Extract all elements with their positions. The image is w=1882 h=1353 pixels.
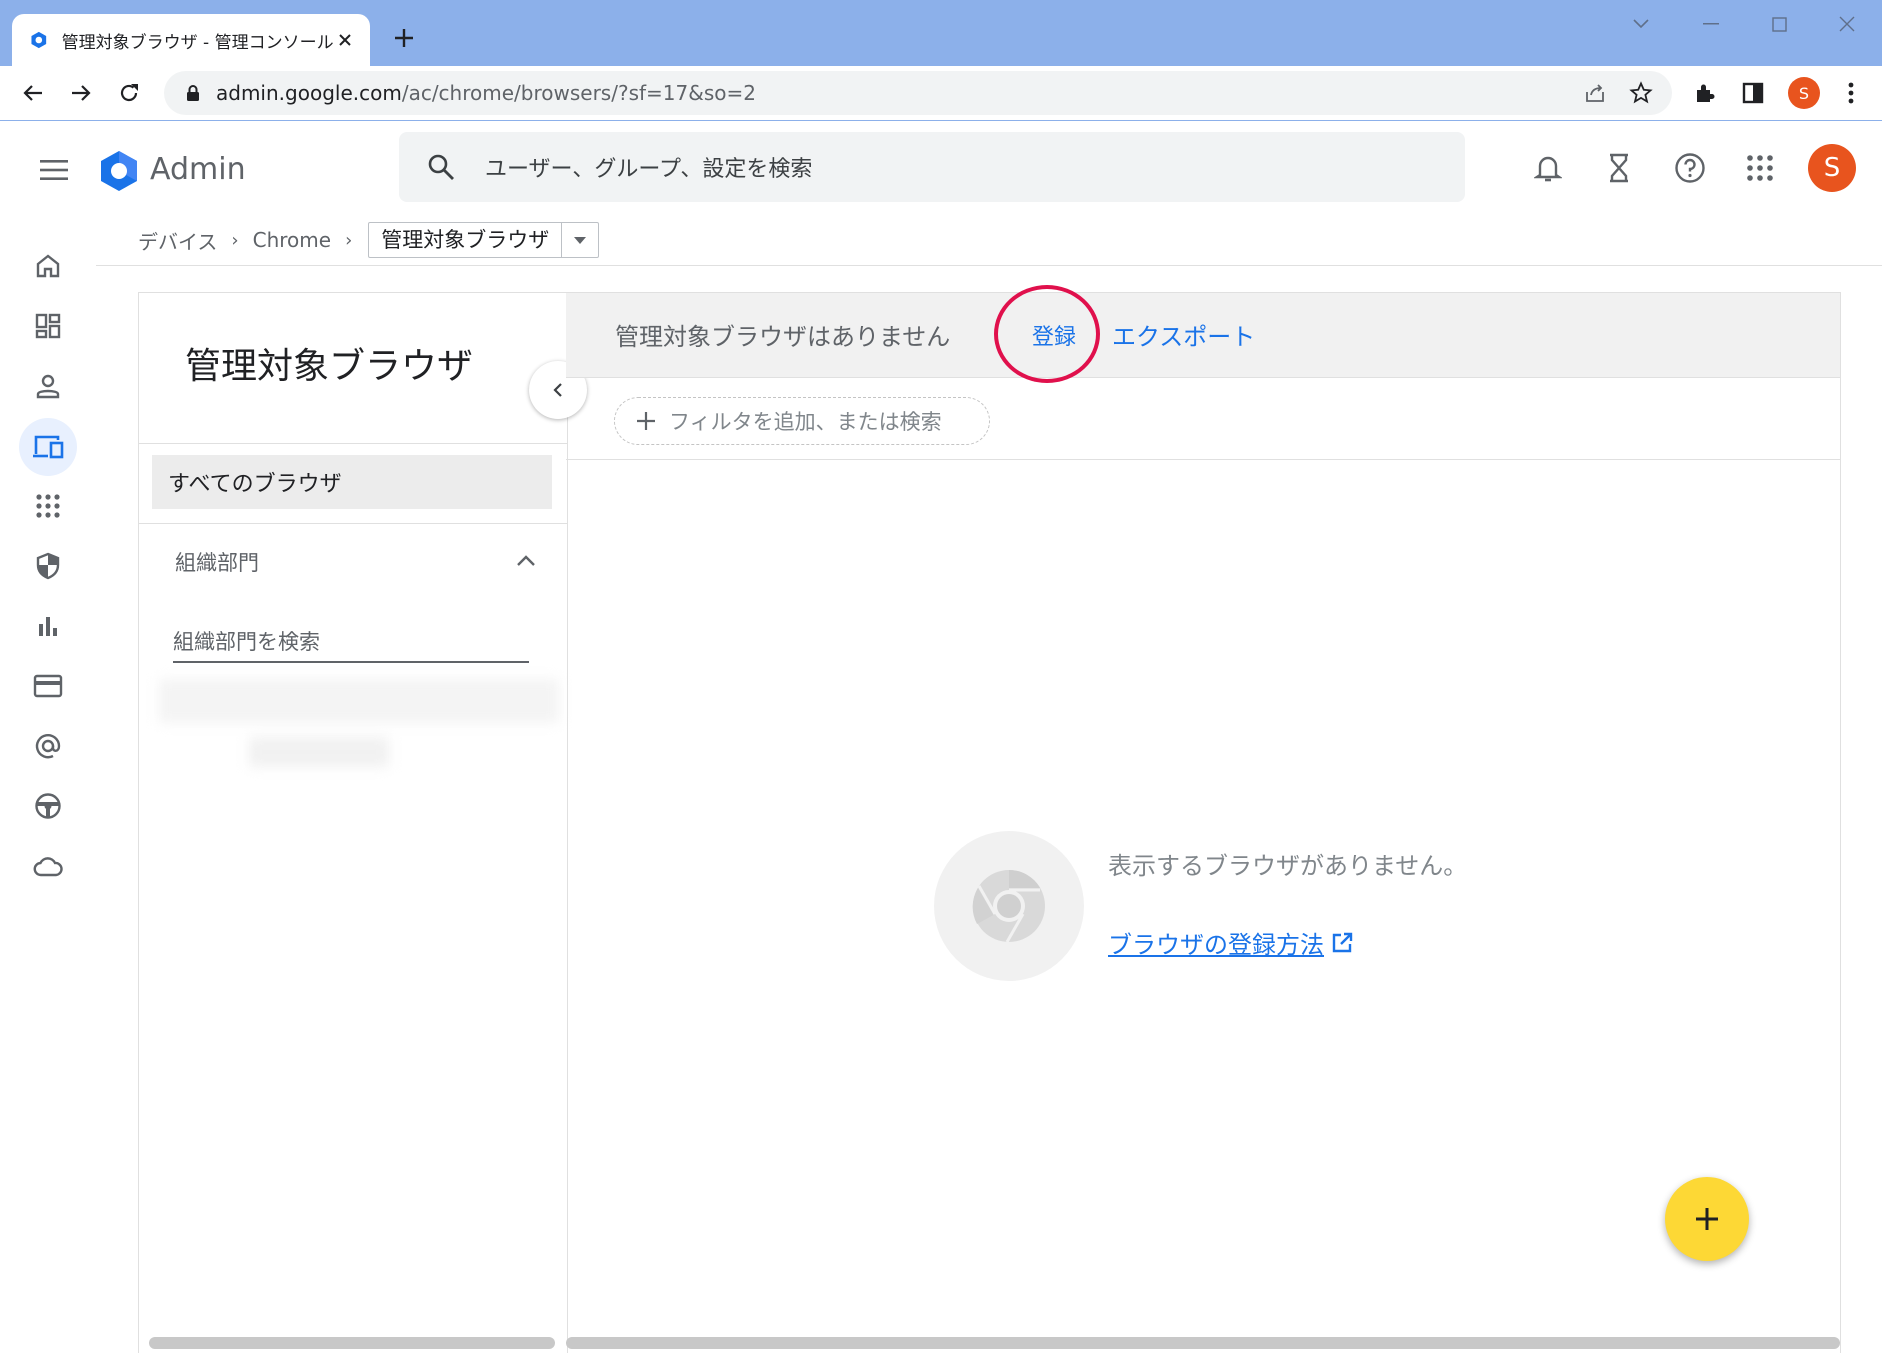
tasks-hourglass-icon[interactable] [1599, 148, 1639, 188]
header-divider [96, 265, 1882, 266]
back-icon[interactable] [18, 78, 48, 108]
horizontal-scrollbar[interactable] [149, 1337, 555, 1349]
breadcrumb-page-select[interactable]: 管理対象ブラウザ [368, 222, 600, 258]
bookmark-star-icon[interactable] [1626, 78, 1656, 108]
url-text: admin.google.com/ac/chrome/browsers/?sf=… [216, 81, 1580, 105]
horizontal-scrollbar[interactable] [566, 1337, 1840, 1349]
add-fab-button[interactable] [1665, 1177, 1749, 1261]
org-search-placeholder: 組織部門を検索 [173, 630, 320, 654]
chevron-right-icon: › [231, 229, 239, 251]
rail-devices-icon[interactable] [19, 418, 77, 476]
rail-dashboard-icon[interactable] [22, 300, 74, 352]
all-browsers-label: すべてのブラウザ [168, 472, 342, 497]
plus-icon [633, 408, 659, 434]
rail-home-icon[interactable] [22, 240, 74, 292]
tab-title: 管理対象ブラウザ - 管理コンソール [61, 32, 334, 53]
add-filter-input[interactable]: フィルタを追加、または検索 [614, 397, 990, 445]
tab-search-icon[interactable] [1618, 10, 1664, 38]
extensions-icon[interactable] [1690, 78, 1720, 108]
chevron-left-icon [553, 383, 562, 397]
admin-favicon-icon [31, 31, 47, 49]
empty-state-illustration [934, 831, 1084, 981]
org-unit-item-blurred[interactable] [159, 679, 559, 723]
howto-link-row: ブラウザの登録方法 [1108, 925, 1354, 960]
rail-billing-icon[interactable] [22, 660, 74, 712]
tab-close-icon[interactable] [334, 26, 356, 54]
org-search-input[interactable]: 組織部門を検索 [173, 625, 529, 663]
search-icon [425, 151, 457, 183]
main-menu-icon[interactable] [34, 150, 74, 190]
notifications-icon[interactable] [1528, 148, 1568, 188]
filter-placeholder: フィルタを追加、または検索 [669, 410, 942, 434]
browser-count-status: 管理対象ブラウザはありません [615, 323, 951, 351]
dropdown-arrow-icon[interactable] [562, 223, 598, 257]
browser-tab[interactable]: 管理対象ブラウザ - 管理コンソール [12, 14, 370, 66]
forward-icon[interactable] [66, 78, 96, 108]
rail-rules-icon[interactable] [22, 780, 74, 832]
org-unit-child-blurred[interactable] [249, 737, 389, 767]
maximize-icon[interactable] [1756, 10, 1802, 38]
admin-logo-icon[interactable] [98, 150, 140, 192]
breadcrumb-chrome[interactable]: Chrome [253, 228, 331, 252]
rail-users-icon[interactable] [22, 360, 74, 412]
enroll-howto-link[interactable]: ブラウザの登録方法 [1108, 925, 1324, 960]
app-name: Admin [150, 152, 246, 187]
divider [139, 523, 567, 524]
rail-cloud-icon[interactable] [22, 840, 74, 892]
rail-reports-icon[interactable] [22, 600, 74, 652]
list-toolbar: 管理対象ブラウザはありません 登録 エクスポート [566, 285, 1840, 383]
org-panel: 管理対象ブラウザ すべてのブラウザ 組織部門 組織部門を検索 [138, 292, 568, 1353]
side-panel-icon[interactable] [1738, 78, 1768, 108]
close-window-icon[interactable] [1824, 10, 1870, 38]
divider [139, 443, 567, 444]
chevron-right-icon: › [345, 229, 353, 251]
rail-apps-icon[interactable] [22, 480, 74, 532]
highlight-circle [994, 285, 1100, 383]
breadcrumb-devices[interactable]: デバイス [138, 226, 217, 255]
empty-state-message: 表示するブラウザがありません。 [1108, 852, 1468, 880]
share-icon[interactable] [1580, 78, 1610, 108]
browsers-list-panel: 管理対象ブラウザはありません 登録 エクスポート フィルタを追加、または検索 表… [566, 285, 1841, 1353]
reload-icon[interactable] [114, 78, 144, 108]
browser-toolbar: admin.google.com/ac/chrome/browsers/?sf=… [0, 66, 1882, 121]
rail-account-icon[interactable] [22, 720, 74, 772]
url-host: admin.google.com [216, 81, 402, 105]
new-tab-icon[interactable] [390, 24, 418, 52]
address-bar[interactable]: admin.google.com/ac/chrome/browsers/?sf=… [164, 71, 1672, 115]
chevron-up-icon[interactable] [511, 545, 541, 575]
minimize-icon[interactable] [1688, 10, 1734, 38]
rail-security-icon[interactable] [22, 540, 74, 592]
divider [566, 459, 1840, 460]
help-icon[interactable] [1670, 148, 1710, 188]
breadcrumb-current: 管理対象ブラウザ [369, 223, 563, 257]
panel-title: 管理対象ブラウザ [185, 346, 474, 387]
browser-menu-icon[interactable] [1836, 78, 1866, 108]
browser-profile-avatar[interactable]: S [1788, 77, 1820, 109]
breadcrumb: デバイス › Chrome › 管理対象ブラウザ [138, 222, 600, 258]
export-button[interactable]: エクスポート [1112, 317, 1255, 352]
browser-titlebar: 管理対象ブラウザ - 管理コンソール [0, 0, 1882, 66]
apps-grid-icon[interactable] [1740, 148, 1780, 188]
search-placeholder: ユーザー、グループ、設定を検索 [485, 157, 813, 182]
url-path: /ac/chrome/browsers/?sf=17&so=2 [401, 81, 756, 105]
account-avatar[interactable]: S [1808, 144, 1856, 192]
open-in-new-icon [1332, 932, 1353, 952]
all-browsers-item[interactable]: すべてのブラウザ [152, 455, 552, 509]
lock-icon [187, 85, 199, 101]
org-units-heading: 組織部門 [175, 551, 259, 575]
admin-search[interactable]: ユーザー、グループ、設定を検索 [399, 132, 1465, 202]
plus-icon [1696, 1208, 1718, 1230]
chrome-logo-icon [972, 870, 1045, 943]
